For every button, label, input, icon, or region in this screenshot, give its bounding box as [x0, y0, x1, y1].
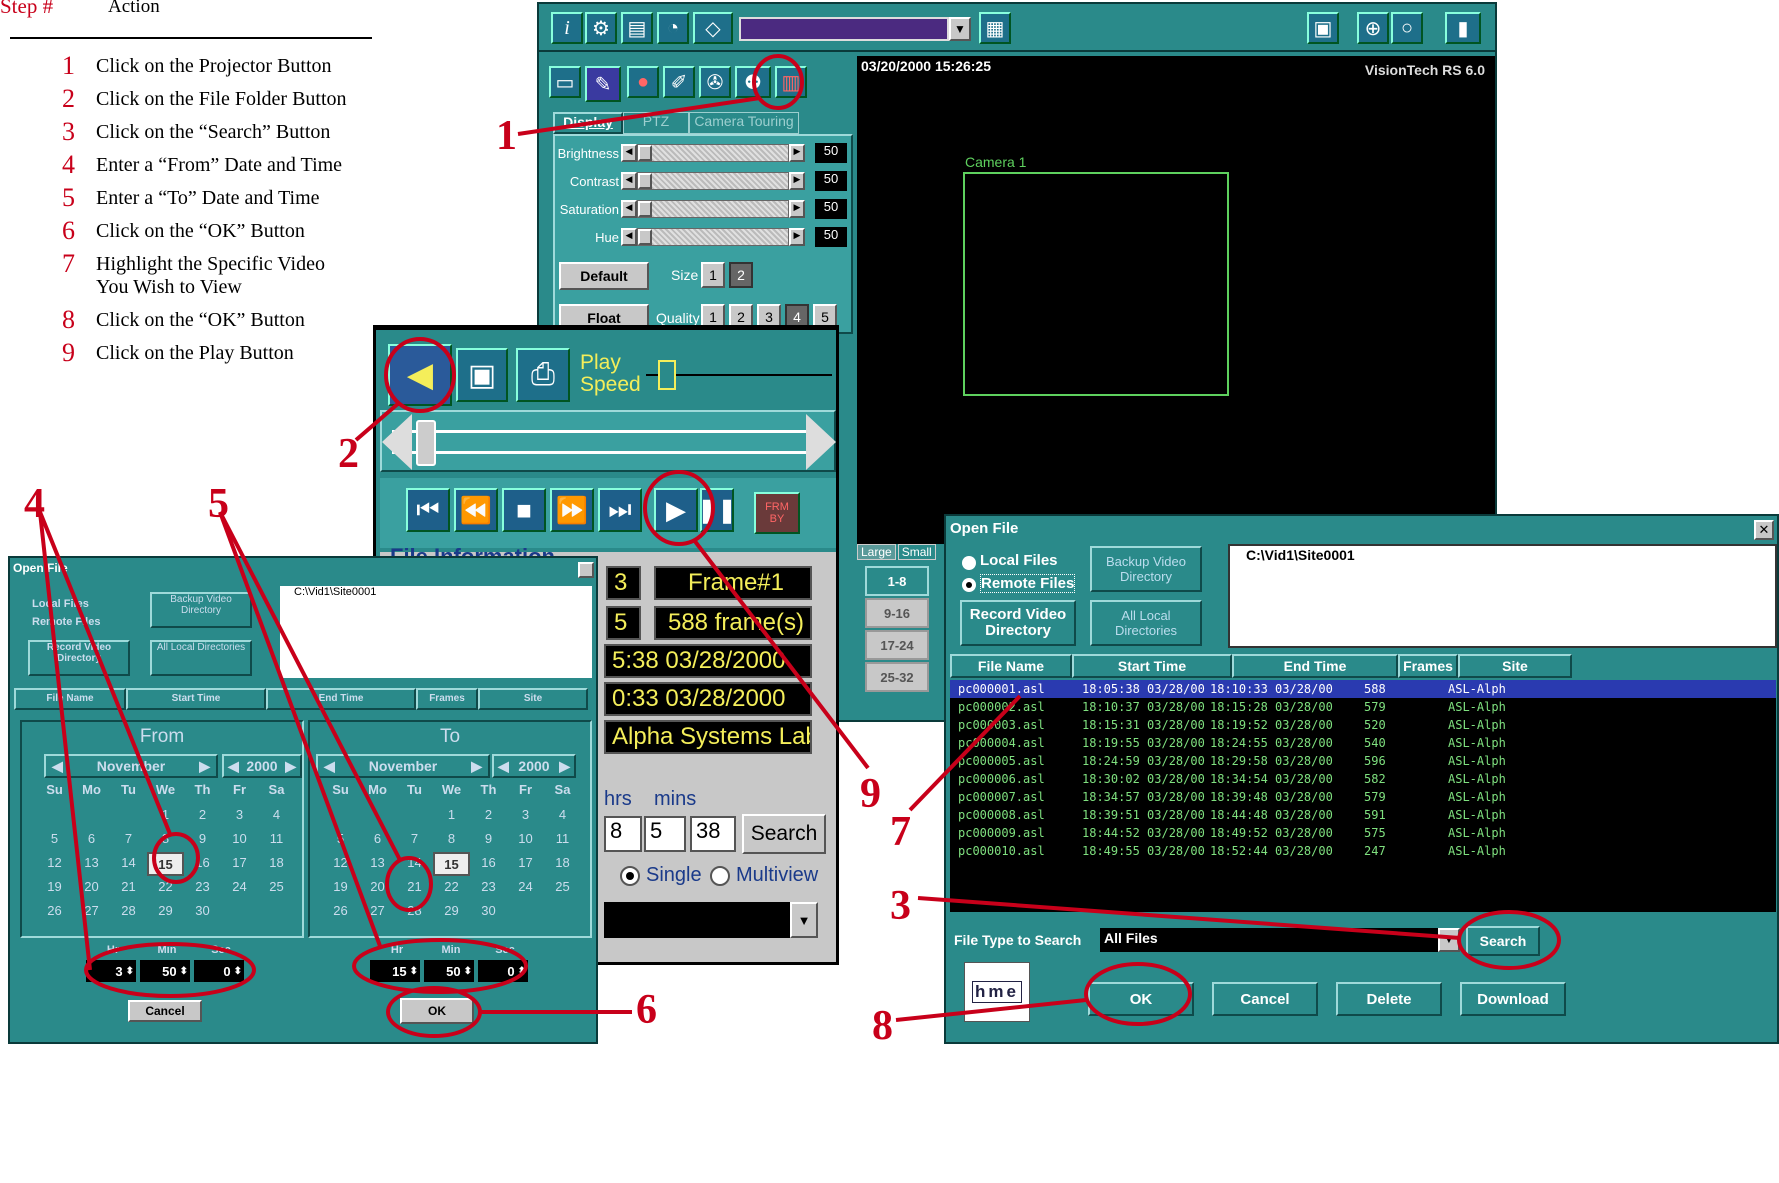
ring-to-time: [352, 938, 528, 994]
ring-to-day: [385, 856, 433, 912]
ring-play: [643, 470, 715, 546]
callout-4: 4: [24, 481, 45, 527]
ring-projector: [752, 54, 804, 110]
leader-9: [692, 538, 870, 770]
callout-2: 2: [338, 431, 359, 477]
leader-4a: [38, 511, 92, 971]
ring-ok-left: [386, 986, 482, 1038]
ring-search: [1457, 910, 1561, 970]
ring-from-day: [152, 832, 200, 884]
leader-3: [917, 896, 1461, 940]
leader-8: [895, 998, 1087, 1022]
callout-7: 7: [890, 809, 911, 855]
ring-ok-right: [1084, 962, 1192, 1026]
instruction-figure: Step # Action 1 Click on the Projector Bu…: [0, 0, 1779, 1183]
callout-1: 1: [496, 113, 517, 159]
leader-5b: [218, 511, 382, 947]
callout-6: 6: [636, 987, 657, 1033]
ring-folder: [384, 337, 456, 413]
callout-8: 8: [872, 1003, 893, 1049]
ring-from-time: [84, 942, 256, 998]
leader-2: [354, 400, 402, 442]
leader-1: [517, 96, 761, 136]
leader-7: [908, 694, 1022, 812]
callout-5: 5: [208, 481, 229, 527]
leader-5a: [218, 511, 402, 861]
callout-9: 9: [860, 771, 881, 817]
callout-3: 3: [890, 883, 911, 929]
